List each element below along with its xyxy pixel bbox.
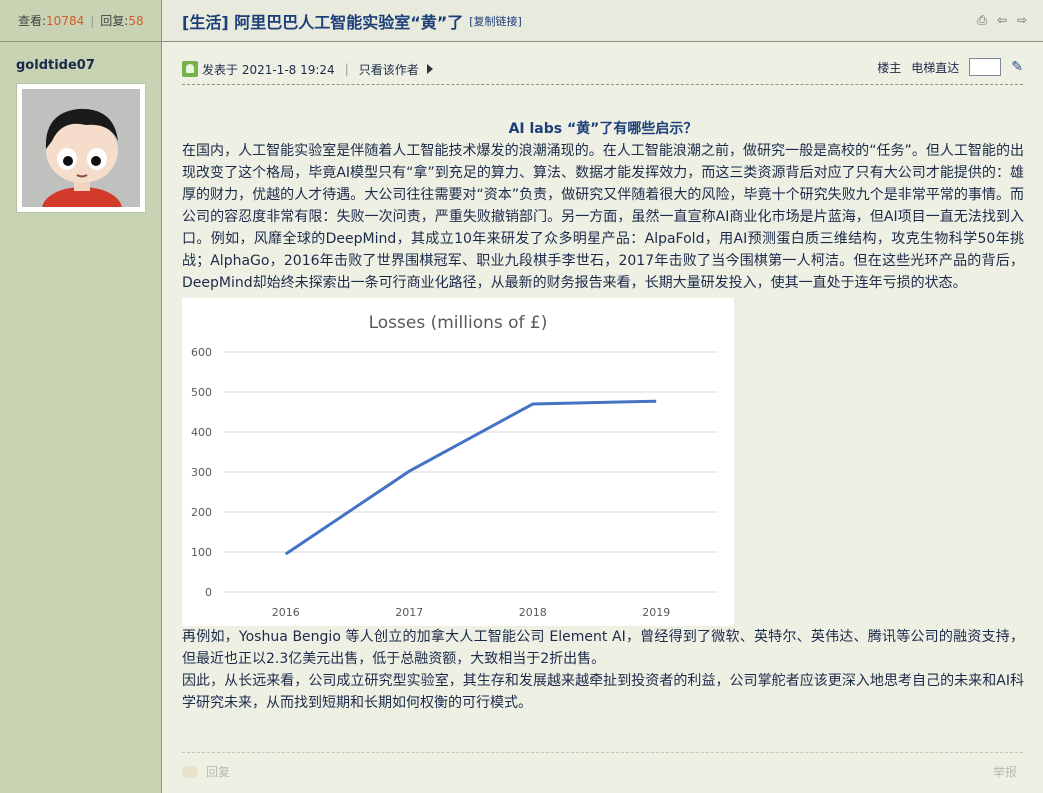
views-count: 10784 xyxy=(46,13,85,28)
post-footer: 回复 举报 xyxy=(182,752,1023,780)
paragraph: 在国内，人工智能实验室是伴随着人工智能技术爆发的浪潮涌现的。在人工智能浪潮之前，… xyxy=(182,143,1024,291)
x-tick-label: 2017 xyxy=(395,606,423,619)
floor-jump-input[interactable] xyxy=(969,58,1002,76)
avatar[interactable] xyxy=(16,83,146,213)
reply-button[interactable]: 回复 xyxy=(206,763,230,780)
x-tick-label: 2018 xyxy=(519,606,547,619)
post-date: 发表于 2021-1-8 19:24 xyxy=(202,62,335,77)
article-heading: AI labs “黄”了有哪些启示？ xyxy=(508,121,698,137)
author-only-link[interactable]: 只看该作者 xyxy=(359,61,419,78)
thread-header: [生活] 阿里巴巴人工智能实验室“黄”了 [复制链接] ⎙ ⇦ ⇨ xyxy=(162,0,1043,42)
reply-icon xyxy=(182,765,198,778)
replies-label: 回复: xyxy=(100,14,129,28)
report-button[interactable]: 举报 xyxy=(993,763,1017,780)
y-tick-label: 500 xyxy=(191,386,212,399)
y-tick-label: 400 xyxy=(191,426,212,439)
chart-title: Losses (millions of £) xyxy=(369,313,548,333)
avatar-cartoon-icon xyxy=(22,89,140,207)
next-thread-icon[interactable]: ⇨ xyxy=(1015,13,1029,27)
y-tick-label: 0 xyxy=(205,586,212,599)
x-tick-label: 2019 xyxy=(642,606,670,619)
triangle-right-icon xyxy=(426,64,433,74)
y-tick-label: 200 xyxy=(191,506,212,519)
copy-link-button[interactable]: [复制链接] xyxy=(469,13,522,29)
divider xyxy=(182,84,1023,85)
thread-stats: 查看: 10784 | 回复: 58 xyxy=(0,0,161,42)
author-column: 查看: 10784 | 回复: 58 goldtide07 xyxy=(0,0,162,793)
losses-chart: Losses (millions of £) 0 100 200 300 400 500 6… xyxy=(182,298,734,626)
online-status-icon xyxy=(182,61,198,77)
post-meta: 发表于 2021-1-8 19:24 | 只看该作者 楼主 电梯直达 ✎ xyxy=(182,58,1023,80)
line-chart: Losses (millions of £) 0 100 200 300 400 500 6… xyxy=(191,313,718,619)
edit-pen-icon[interactable]: ✎ xyxy=(1011,59,1023,75)
paragraph: 因此，从长远来看，公司成立研究型实验室，其生存和发展越来越牵扯到投资者的利益，公… xyxy=(182,673,1024,711)
y-tick-label: 100 xyxy=(191,546,212,559)
author-name[interactable]: goldtide07 xyxy=(16,58,95,73)
print-icon[interactable]: ⎙ xyxy=(975,13,989,27)
series-line xyxy=(284,399,657,556)
views-label: 查看: xyxy=(18,14,47,28)
paragraph: 再例如，Yoshua Bengio 等人创立的加拿大人工智能公司 Element… xyxy=(182,629,1024,667)
x-tick-label: 2016 xyxy=(272,606,300,619)
post-body: AI labs “黄”了有哪些启示？ 在国内，人工智能实验室是伴随着人工智能技术… xyxy=(182,118,1024,714)
post-column: [生活] 阿里巴巴人工智能实验室“黄”了 [复制链接] ⎙ ⇦ ⇨ 发表于 20… xyxy=(162,0,1043,793)
thread-title: [生活] 阿里巴巴人工智能实验室“黄”了 xyxy=(182,12,464,32)
y-tick-label: 600 xyxy=(191,346,212,359)
floor-label: 楼主 xyxy=(877,60,902,75)
y-tick-label: 300 xyxy=(191,466,212,479)
prev-thread-icon[interactable]: ⇦ xyxy=(995,13,1009,27)
jump-label: 电梯直达 xyxy=(911,60,960,75)
replies-count: 58 xyxy=(128,13,144,28)
